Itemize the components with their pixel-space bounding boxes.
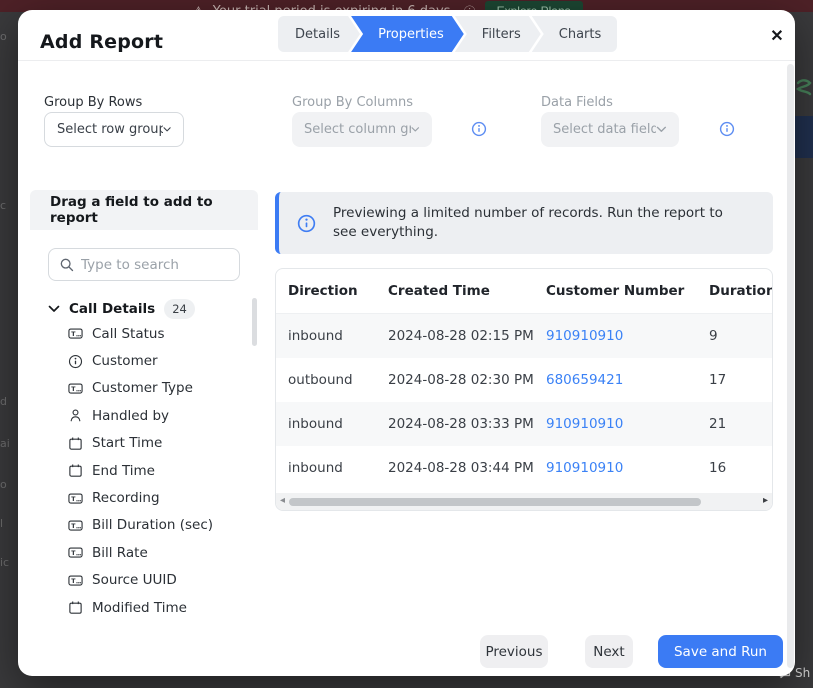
next-button[interactable]: Next	[585, 635, 633, 668]
customer-number-link[interactable]: 680659421	[546, 372, 623, 388]
background-text-fragment: ic	[0, 556, 9, 569]
field-item-end-time[interactable]: End Time	[30, 457, 252, 484]
chevron-down-icon	[411, 126, 420, 133]
text-field-icon: T	[68, 326, 83, 341]
field-item-call-status[interactable]: T Call Status	[30, 320, 252, 347]
fields-scrollbar[interactable]	[252, 298, 257, 346]
info-icon[interactable]	[471, 121, 487, 137]
chevron-down-icon	[163, 126, 171, 133]
background-button-fragment	[795, 116, 813, 158]
table-row: inbound 2024-08-28 03:33 PM 910910910 21	[276, 402, 773, 446]
field-item-customer[interactable]: Customer	[30, 347, 252, 374]
calendar-icon	[68, 436, 83, 451]
data-fields-select[interactable]: Select data field	[541, 112, 679, 147]
table-row: inbound 2024-08-28 03:44 PM 910910910 16	[276, 446, 773, 490]
field-item-customer-type[interactable]: T Customer Type	[30, 375, 252, 402]
table-row: outbound 2024-08-28 02:30 PM 680659421 1…	[276, 358, 773, 402]
screen: ⚠ Your trial period is expiring in 6 day…	[0, 0, 813, 688]
field-item-bill-rate[interactable]: T Bill Rate	[30, 539, 252, 566]
svg-text:T: T	[71, 386, 76, 393]
search-icon	[59, 257, 74, 272]
svg-text:T: T	[71, 523, 76, 530]
field-item-handled-by[interactable]: Handled by	[30, 402, 252, 429]
customer-number-link[interactable]: 910910910	[546, 460, 623, 476]
text-field-icon: T	[68, 491, 83, 506]
preview-info-alert: Previewing a limited number of records. …	[275, 192, 773, 254]
table-header-row: Direction Created Time Customer Number D…	[276, 269, 773, 314]
group-by-rows-select[interactable]: Select row grouping...	[44, 112, 184, 147]
header-divider	[18, 60, 795, 61]
fields-panel-header: Drag a field to add to report	[30, 190, 258, 230]
field-item-bill-duration[interactable]: T Bill Duration (sec)	[30, 512, 252, 539]
modal-title: Add Report	[40, 31, 163, 53]
step-details[interactable]: Details	[278, 16, 360, 52]
svg-text:T: T	[71, 578, 76, 585]
customer-number-link[interactable]: 910910910	[546, 328, 623, 344]
background-text-fragment: ai	[0, 437, 10, 450]
info-icon	[297, 214, 316, 233]
text-field-icon: T	[68, 381, 83, 396]
step-properties[interactable]: Properties	[351, 16, 464, 52]
previous-button[interactable]: Previous	[480, 635, 548, 668]
background-text-fragment: l	[0, 517, 3, 530]
calendar-icon	[68, 463, 83, 478]
field-group-call-details[interactable]: Call Details 24	[48, 298, 195, 320]
field-group-label: Call Details	[69, 301, 155, 317]
step-filters[interactable]: Filters	[455, 16, 541, 52]
fields-panel: Drag a field to add to report Call Detai…	[30, 190, 258, 621]
info-icon[interactable]	[719, 121, 735, 137]
column-header-created-time: Created Time	[388, 283, 546, 299]
info-icon	[68, 354, 83, 369]
svg-text:T: T	[71, 331, 76, 338]
person-icon	[68, 408, 83, 423]
column-header-customer-number: Customer Number	[546, 283, 709, 299]
text-field-icon: T	[68, 545, 83, 560]
calendar-icon	[68, 600, 83, 615]
svg-text:T: T	[71, 495, 76, 502]
customer-number-link[interactable]: 910910910	[546, 416, 623, 432]
save-and-run-button[interactable]: Save and Run	[658, 635, 783, 668]
chevron-down-icon	[48, 305, 60, 313]
scroll-left-icon[interactable]: ◂	[280, 495, 285, 506]
preview-table: Direction Created Time Customer Number D…	[275, 268, 773, 511]
field-item-recording[interactable]: T Recording	[30, 484, 252, 511]
background-text-fragment: d	[0, 395, 7, 408]
table-row: inbound 2024-08-28 02:15 PM 910910910 9	[276, 314, 773, 358]
column-header-direction: Direction	[276, 283, 388, 299]
group-by-columns-label: Group By Columns	[292, 95, 413, 110]
add-report-modal: Add Report Details Properties Filters Ch…	[18, 10, 795, 676]
column-header-duration: Duration (	[709, 283, 773, 299]
preview-alert-text: Previewing a limited number of records. …	[333, 204, 745, 242]
field-item-modified-time[interactable]: Modified Time	[30, 594, 252, 621]
field-item-start-time[interactable]: Start Time	[30, 430, 252, 457]
horizontal-scrollbar[interactable]: ◂ ▸	[276, 493, 772, 510]
svg-text:T: T	[71, 550, 76, 557]
chevron-down-icon	[656, 126, 667, 133]
field-search-input[interactable]	[81, 257, 221, 273]
group-by-rows-label: Group By Rows	[44, 95, 142, 110]
wizard-stepper: Details Properties Filters Charts	[278, 16, 617, 52]
close-icon[interactable]: ✕	[764, 23, 790, 49]
step-charts[interactable]: Charts	[532, 16, 618, 52]
field-item-source-uuid[interactable]: T Source UUID	[30, 567, 252, 594]
background-text-fragment: o	[0, 478, 7, 491]
field-count-badge: 24	[164, 299, 195, 319]
text-field-icon: T	[68, 518, 83, 533]
modal-scrollbar[interactable]	[787, 64, 794, 668]
group-by-columns-select[interactable]: Select column grou...	[292, 112, 432, 147]
scroll-right-icon[interactable]: ▸	[763, 495, 768, 506]
horizontal-scrollbar-thumb[interactable]	[289, 498, 701, 506]
background-text-fragment: o	[0, 30, 7, 43]
field-list: T Call Status Customer T Customer Type H…	[30, 320, 252, 621]
data-fields-label: Data Fields	[541, 95, 613, 110]
text-field-icon: T	[68, 573, 83, 588]
background-logo-mark	[796, 78, 812, 96]
background-text-fragment: c	[0, 199, 6, 212]
field-search-box[interactable]	[48, 248, 240, 281]
